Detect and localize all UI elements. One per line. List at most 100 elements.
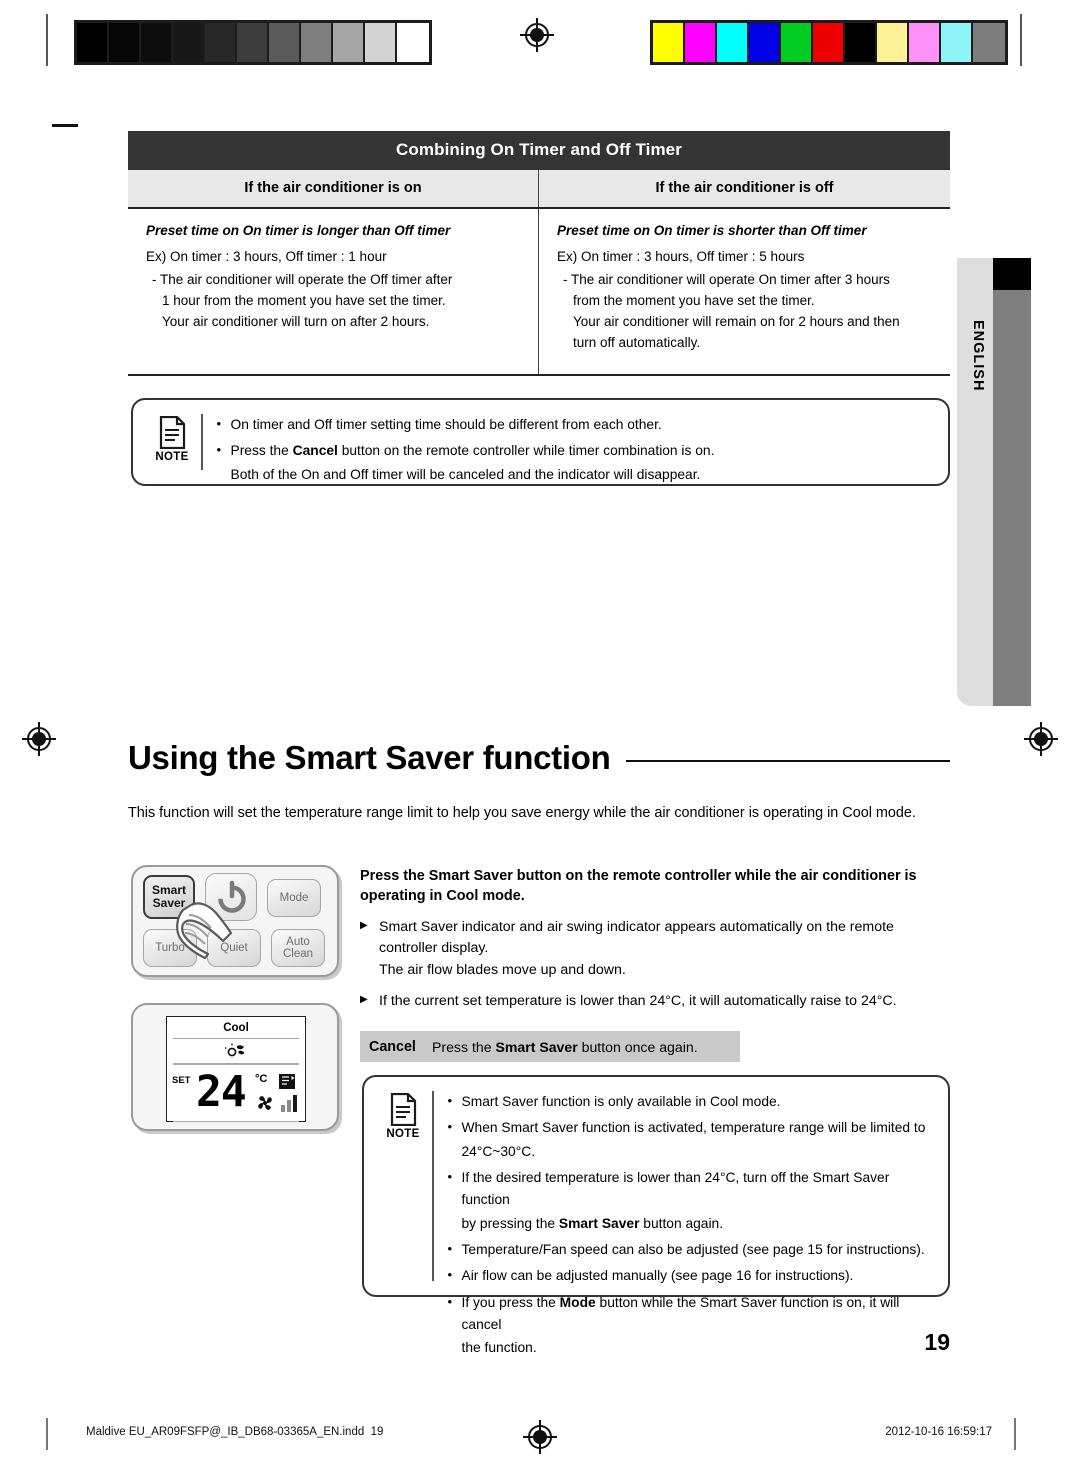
cell-detail-line: - The air conditioner will operate the O…	[152, 272, 453, 287]
turbo-button[interactable]: Turbo	[143, 929, 197, 967]
cancel-post: button once again.	[577, 1038, 698, 1055]
footer-page: 19	[370, 1426, 384, 1438]
grayscale-swatch-1	[109, 23, 141, 62]
registration-mark-left	[22, 722, 56, 756]
lcd-smart-saver-row	[167, 1043, 305, 1060]
lcd-divider	[173, 1120, 299, 1123]
bullet-line: controller display.	[379, 940, 489, 957]
smart-saver-button-label: Smart Saver	[151, 883, 186, 910]
quiet-button[interactable]: Quiet	[207, 929, 261, 967]
power-button[interactable]	[205, 873, 257, 921]
cell-detail-line: from the moment you have set the timer.	[573, 292, 815, 308]
note-item-continuation: by pressing the Smart Saver button again…	[446, 1213, 933, 1235]
cell-example: Ex) On timer : 3 hours, Off timer : 5 ho…	[557, 249, 805, 264]
note-item: If you press the Mode button while the S…	[446, 1291, 933, 1337]
color-swatch-3	[749, 23, 781, 62]
note-item: Smart Saver function is only available i…	[446, 1090, 933, 1113]
note-item-pre: If you press the	[461, 1294, 560, 1310]
lcd-screen: Cool SET 24 °C	[166, 1016, 306, 1123]
crop-tick-left	[52, 124, 78, 127]
note-item-continuation: 24°C~30°C.	[461, 1143, 536, 1159]
note-icon-group: NOTE	[374, 1091, 432, 1281]
instruction-bullet: If the current set temperature is lower …	[360, 991, 952, 1012]
fan-icon	[258, 1095, 272, 1110]
table-body-row: Preset time on On timer is longer than O…	[128, 209, 950, 376]
grayscale-swatch-6	[269, 23, 301, 62]
heading-rule	[626, 760, 950, 762]
color-calibration-strip	[650, 20, 1008, 65]
note-item-continuation: Both of the On and Off timer will be can…	[230, 466, 701, 482]
footer-file: Maldive EU_AR09FSFP@_IB_DB68-03365A_EN.i…	[86, 1426, 365, 1438]
note-body: On timer and Off timer setting time shou…	[215, 413, 933, 482]
color-swatch-5	[813, 23, 845, 62]
note-cont-post: button again.	[639, 1215, 724, 1231]
lcd-temperature-value: 24	[196, 1066, 247, 1117]
table-cell-off: Preset time on On timer is shorter than …	[539, 209, 950, 374]
timer-comparison-table: Combining On Timer and Off Timer If the …	[128, 131, 950, 376]
registration-mark-top	[520, 18, 554, 52]
power-icon	[218, 880, 246, 913]
note-item-continuation: the function.	[461, 1340, 537, 1356]
lcd-fan-speed-bars	[281, 1094, 297, 1112]
registration-mark-right	[1024, 722, 1058, 756]
page-canvas: Combining On Timer and Off Timer If the …	[0, 0, 1080, 1476]
crop-rule-left	[46, 14, 48, 66]
color-swatch-7	[877, 23, 909, 62]
note-box-timer: NOTE On timer and Off timer setting time…	[131, 398, 950, 486]
color-swatch-10	[973, 23, 1005, 62]
grayscale-swatch-8	[333, 23, 365, 62]
mode-button[interactable]: Mode	[267, 879, 321, 917]
cancel-bold: Smart Saver	[495, 1038, 578, 1055]
grayscale-calibration-strip	[74, 20, 432, 65]
table-cell-on: Preset time on On timer is longer than O…	[128, 209, 539, 374]
cancel-key-label: Cancel	[369, 1038, 416, 1055]
instructions-block: Press the Smart Saver button on the remo…	[360, 866, 952, 1012]
note-item-post: button on the remote controller while ti…	[337, 443, 715, 459]
footer-timestamp: 2012-10-16 16:59:17	[885, 1426, 992, 1438]
cell-example: Ex) On timer : 3 hours, Off timer : 1 ho…	[146, 249, 387, 264]
quiet-button-label: Quiet	[220, 941, 248, 954]
smart-saver-button[interactable]: Smart Saver	[143, 875, 195, 919]
cell-detail-line: Your air conditioner will remain on for …	[573, 313, 900, 329]
color-swatch-8	[909, 23, 941, 62]
note-body: Smart Saver function is only available i…	[446, 1090, 933, 1355]
note-item: Press the Cancel button on the remote co…	[215, 439, 933, 462]
footer-rule-left	[46, 1418, 48, 1450]
lead-bold: Smart Saver	[428, 868, 513, 884]
turbo-button-label: Turbo	[155, 941, 185, 954]
table-header-on: If the air conditioner is on	[128, 170, 539, 207]
page-number: 19	[924, 1329, 950, 1355]
mode-button-label: Mode	[279, 891, 309, 904]
side-bleed-marker	[993, 258, 1031, 290]
side-bleed-bar	[993, 258, 1031, 706]
note-divider	[432, 1091, 434, 1281]
air-swing-indicator-icon	[279, 1073, 295, 1089]
auto-clean-button-label: Auto Clean	[282, 935, 314, 960]
note-cont-bold: Smart Saver	[558, 1215, 640, 1231]
lcd-mode-label: Cool	[223, 1022, 249, 1034]
note-item-text: If the desired temperature is lower than…	[461, 1170, 890, 1208]
note-item: If the desired temperature is lower than…	[446, 1166, 933, 1212]
color-swatch-0	[653, 23, 685, 62]
color-swatch-4	[781, 23, 813, 62]
cell-subtitle: Preset time on On timer is shorter than …	[557, 223, 867, 238]
table-header-off: If the air conditioner is off	[655, 180, 834, 196]
auto-clean-button[interactable]: Auto Clean	[271, 929, 325, 967]
cancel-instruction-row: Cancel Press the Smart Saver button once…	[360, 1031, 740, 1062]
instruction-lead: Press the Smart Saver button on the remo…	[360, 866, 952, 907]
color-swatch-9	[941, 23, 973, 62]
table-title: Combining On Timer and Off Timer	[128, 131, 950, 170]
grayscale-swatch-0	[77, 23, 109, 62]
lead-pre: Press the	[360, 868, 429, 884]
lcd-divider	[173, 1038, 299, 1040]
note-label: NOTE	[155, 451, 189, 463]
smart-saver-indicator-icon	[225, 1043, 245, 1060]
grayscale-swatch-10	[397, 23, 429, 62]
document-icon	[159, 416, 186, 449]
cell-subtitle: Preset time on On timer is longer than O…	[146, 223, 451, 238]
cell-detail-line: - The air conditioner will operate On ti…	[563, 272, 890, 287]
note-item: Temperature/Fan speed can also be adjust…	[446, 1238, 933, 1261]
note-item-bold: Mode	[559, 1294, 596, 1310]
footer-filename: Maldive EU_AR09FSFP@_IB_DB68-03365A_EN.i…	[86, 1426, 383, 1438]
remote-controller-buttons-illustration: Smart Saver Mode Turbo Quiet Auto Clean	[131, 865, 339, 977]
